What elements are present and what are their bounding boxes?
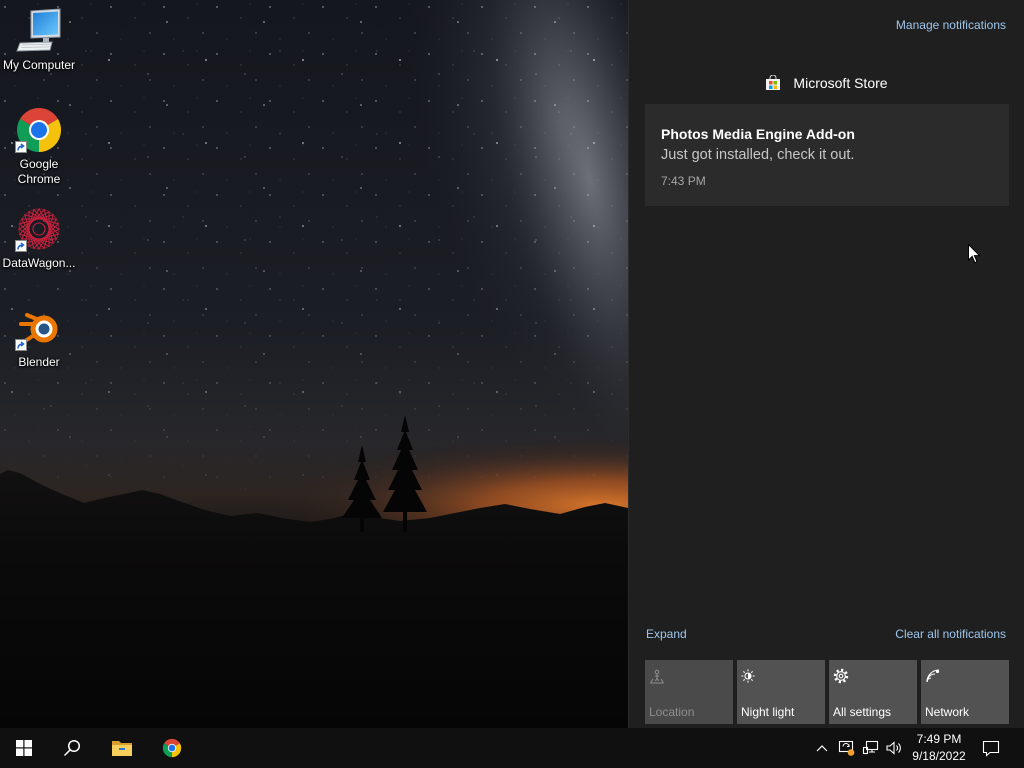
quick-action-network[interactable]: Network [921, 660, 1009, 724]
file-explorer-icon [112, 741, 132, 756]
clock-time: 7:49 PM [916, 732, 962, 746]
chevron-up-icon [816, 745, 828, 752]
action-center-icon [982, 740, 1000, 757]
sync-status-icon [838, 740, 855, 756]
windows-start-icon [16, 740, 32, 756]
quick-action-location[interactable]: Location [645, 660, 733, 724]
desktop-icon-label: My Computer [2, 58, 76, 72]
desktop-icon-label: DataWagon... [2, 256, 76, 270]
chrome-icon [15, 107, 63, 153]
quick-action-label: Night light [741, 705, 795, 719]
computer-icon [15, 8, 63, 54]
notification-title: Photos Media Engine Add-on [661, 126, 855, 142]
quick-actions: Location Night light All settings Networ… [645, 660, 1009, 724]
notification-time: 7:43 PM [661, 174, 706, 188]
shortcut-arrow-icon [15, 141, 27, 153]
start-button[interactable] [0, 728, 48, 768]
blender-icon [15, 305, 63, 351]
desktop-icon-google-chrome[interactable]: Google Chrome [0, 107, 78, 187]
microsoft-store-icon [765, 74, 781, 91]
action-center-panel: Manage notifications Microsoft Store Pho… [628, 0, 1024, 728]
quick-action-night-light[interactable]: Night light [737, 660, 825, 724]
network-icon [925, 668, 941, 684]
datawagon-icon [12, 202, 66, 256]
show-hidden-icons-button[interactable] [812, 728, 832, 768]
expand-link[interactable]: Expand [646, 627, 687, 641]
notification-body: Just got installed, check it out. [661, 147, 855, 163]
notification-app-name: Microsoft Store [793, 75, 888, 91]
taskbar-file-explorer[interactable] [98, 728, 146, 768]
manage-notifications-link[interactable]: Manage notifications [896, 18, 1006, 32]
chrome-icon [162, 738, 182, 758]
desktop-icon-blender[interactable]: Blender [0, 305, 78, 370]
notification-card[interactable]: Photos Media Engine Add-on Just got inst… [645, 104, 1009, 206]
desktop-icon-label: Google Chrome [17, 157, 61, 186]
night-light-icon [741, 668, 757, 684]
volume-icon [886, 741, 901, 755]
tray-volume[interactable] [883, 728, 905, 768]
shortcut-arrow-icon [15, 339, 27, 351]
tray-network[interactable] [860, 728, 882, 768]
clear-all-notifications-link[interactable]: Clear all notifications [895, 627, 1006, 641]
quick-action-label: All settings [833, 705, 892, 719]
search-button[interactable] [48, 728, 96, 768]
tray-sync-status[interactable] [836, 728, 858, 768]
search-icon [63, 739, 81, 757]
screen: My Computer Google Chrome DataWagon... B… [0, 0, 1024, 768]
network-wired-icon [862, 740, 879, 755]
quick-action-label: Network [925, 705, 970, 719]
action-center-button[interactable] [968, 728, 1014, 768]
shortcut-arrow-icon [15, 240, 27, 252]
quick-action-label: Location [649, 705, 695, 719]
taskbar-chrome[interactable] [148, 728, 196, 768]
desktop-icon-label: Blender [18, 355, 60, 369]
taskbar: 7:49 PM 9/18/2022 [0, 728, 1024, 768]
desktop-icon-my-computer[interactable]: My Computer [0, 8, 78, 73]
clock-date: 9/18/2022 [912, 749, 966, 763]
settings-gear-icon [833, 668, 849, 684]
taskbar-clock[interactable]: 7:49 PM 9/18/2022 [912, 728, 966, 768]
location-icon [649, 668, 665, 684]
notification-group-header[interactable]: Microsoft Store [629, 74, 1024, 92]
quick-action-all-settings[interactable]: All settings [829, 660, 917, 724]
mouse-cursor [968, 243, 981, 264]
desktop-icon-datawagon[interactable]: DataWagon... [0, 202, 78, 271]
